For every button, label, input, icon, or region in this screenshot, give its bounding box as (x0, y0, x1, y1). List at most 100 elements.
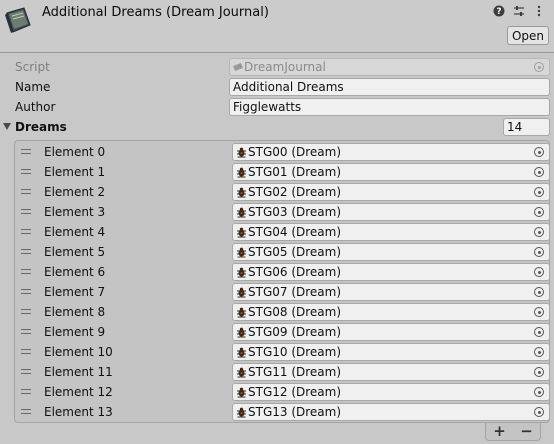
dreams-size-field[interactable]: 14 (503, 118, 550, 136)
drag-handle-icon[interactable] (21, 289, 31, 294)
list-item: Element 0 STG00 (Dream) (15, 142, 550, 162)
element-value: STG04 (Dream) (248, 225, 342, 239)
element-label: Element 6 (44, 265, 106, 279)
dream-asset-icon (237, 207, 246, 218)
remove-element-button[interactable]: − (517, 424, 537, 440)
drag-handle-icon[interactable] (21, 349, 31, 354)
object-picker-icon[interactable] (534, 367, 544, 377)
list-item: Element 10 STG10 (Dream) (15, 342, 550, 362)
drag-handle-icon[interactable] (21, 189, 31, 194)
list-item: Element 6 STG06 (Dream) (15, 262, 550, 282)
inspector-title: Additional Dreams (Dream Journal) (42, 5, 269, 20)
object-picker-icon[interactable] (534, 227, 544, 237)
element-label: Element 11 (44, 365, 113, 379)
element-value: STG13 (Dream) (248, 405, 342, 419)
drag-handle-icon[interactable] (21, 389, 31, 394)
element-value: STG01 (Dream) (248, 165, 342, 179)
help-icon[interactable]: ? (492, 4, 506, 18)
header-icons: ? (492, 4, 546, 18)
element-object-field[interactable]: STG07 (Dream) (232, 283, 550, 301)
element-object-field[interactable]: STG09 (Dream) (232, 323, 550, 341)
name-label: Name (15, 80, 51, 94)
svg-text:?: ? (496, 7, 501, 17)
script-row: Script DreamJournal (0, 57, 554, 77)
drag-handle-icon[interactable] (21, 369, 31, 374)
element-value: STG05 (Dream) (248, 245, 342, 259)
script-label: Script (15, 60, 50, 74)
element-label: Element 2 (44, 185, 106, 199)
inspector-header: Additional Dreams (Dream Journal) ? Open (0, 0, 554, 53)
drag-handle-icon[interactable] (21, 249, 31, 254)
dream-asset-icon (237, 387, 246, 398)
element-value: STG02 (Dream) (248, 185, 342, 199)
object-picker-icon[interactable] (534, 207, 544, 217)
name-field[interactable]: Additional Dreams (229, 78, 550, 96)
dream-asset-icon (237, 227, 246, 238)
drag-handle-icon[interactable] (21, 329, 31, 334)
drag-handle-icon[interactable] (21, 149, 31, 154)
open-button[interactable]: Open (507, 26, 549, 45)
object-picker-icon[interactable] (534, 267, 544, 277)
preset-icon[interactable] (512, 4, 526, 18)
object-picker-icon[interactable] (534, 347, 544, 357)
element-object-field[interactable]: STG00 (Dream) (232, 143, 550, 161)
dreams-list: Element 0 STG00 (Dream) Element 1 STG01 (Dr… (14, 140, 550, 423)
dream-journal-asset-icon (5, 7, 31, 33)
list-item: Element 12 STG12 (Dream) (15, 382, 550, 402)
list-item: Element 2 STG02 (Dream) (15, 182, 550, 202)
object-picker-icon[interactable] (534, 247, 544, 257)
list-item: Element 4 STG04 (Dream) (15, 222, 550, 242)
object-picker-icon[interactable] (534, 327, 544, 337)
object-picker-icon[interactable] (534, 187, 544, 197)
object-picker-icon[interactable] (534, 287, 544, 297)
script-field: DreamJournal (229, 58, 550, 76)
list-item: Element 11 STG11 (Dream) (15, 362, 550, 382)
element-object-field[interactable]: STG01 (Dream) (232, 163, 550, 181)
drag-handle-icon[interactable] (21, 209, 31, 214)
drag-handle-icon[interactable] (21, 309, 31, 314)
object-picker-icon[interactable] (534, 387, 544, 397)
object-picker-icon[interactable] (534, 147, 544, 157)
dreams-foldout-row: Dreams 14 (0, 117, 554, 137)
element-object-field[interactable]: STG10 (Dream) (232, 343, 550, 361)
list-item: Element 7 STG07 (Dream) (15, 282, 550, 302)
element-object-field[interactable]: STG02 (Dream) (232, 183, 550, 201)
dream-asset-icon (237, 287, 246, 298)
script-asset-icon (233, 63, 243, 71)
drag-handle-icon[interactable] (21, 409, 31, 414)
list-item: Element 8 STG08 (Dream) (15, 302, 550, 322)
more-options-icon[interactable] (532, 4, 546, 18)
foldout-arrow-icon[interactable] (3, 123, 11, 130)
element-object-field[interactable]: STG05 (Dream) (232, 243, 550, 261)
dream-asset-icon (237, 367, 246, 378)
element-label: Element 12 (44, 385, 113, 399)
add-element-button[interactable]: + (490, 424, 510, 440)
name-row: Name Additional Dreams (0, 77, 554, 97)
dream-asset-icon (237, 327, 246, 338)
dream-asset-icon (237, 147, 246, 158)
element-object-field[interactable]: STG12 (Dream) (232, 383, 550, 401)
element-value: STG09 (Dream) (248, 325, 342, 339)
element-object-field[interactable]: STG11 (Dream) (232, 363, 550, 381)
dream-asset-icon (237, 167, 246, 178)
element-object-field[interactable]: STG03 (Dream) (232, 203, 550, 221)
author-field[interactable]: Figglewatts (229, 98, 550, 116)
object-picker-icon[interactable] (534, 167, 544, 177)
element-label: Element 3 (44, 205, 106, 219)
element-label: Element 8 (44, 305, 106, 319)
element-label: Element 1 (44, 165, 106, 179)
element-object-field[interactable]: STG08 (Dream) (232, 303, 550, 321)
drag-handle-icon[interactable] (21, 269, 31, 274)
drag-handle-icon[interactable] (21, 229, 31, 234)
dreams-label[interactable]: Dreams (15, 120, 67, 134)
element-object-field[interactable]: STG04 (Dream) (232, 223, 550, 241)
element-value: STG00 (Dream) (248, 145, 342, 159)
object-picker-icon[interactable] (534, 307, 544, 317)
element-label: Element 10 (44, 345, 113, 359)
author-label: Author (15, 100, 56, 114)
object-picker-icon[interactable] (534, 407, 544, 417)
element-object-field[interactable]: STG13 (Dream) (232, 403, 550, 421)
element-object-field[interactable]: STG06 (Dream) (232, 263, 550, 281)
element-value: STG08 (Dream) (248, 305, 342, 319)
drag-handle-icon[interactable] (21, 169, 31, 174)
